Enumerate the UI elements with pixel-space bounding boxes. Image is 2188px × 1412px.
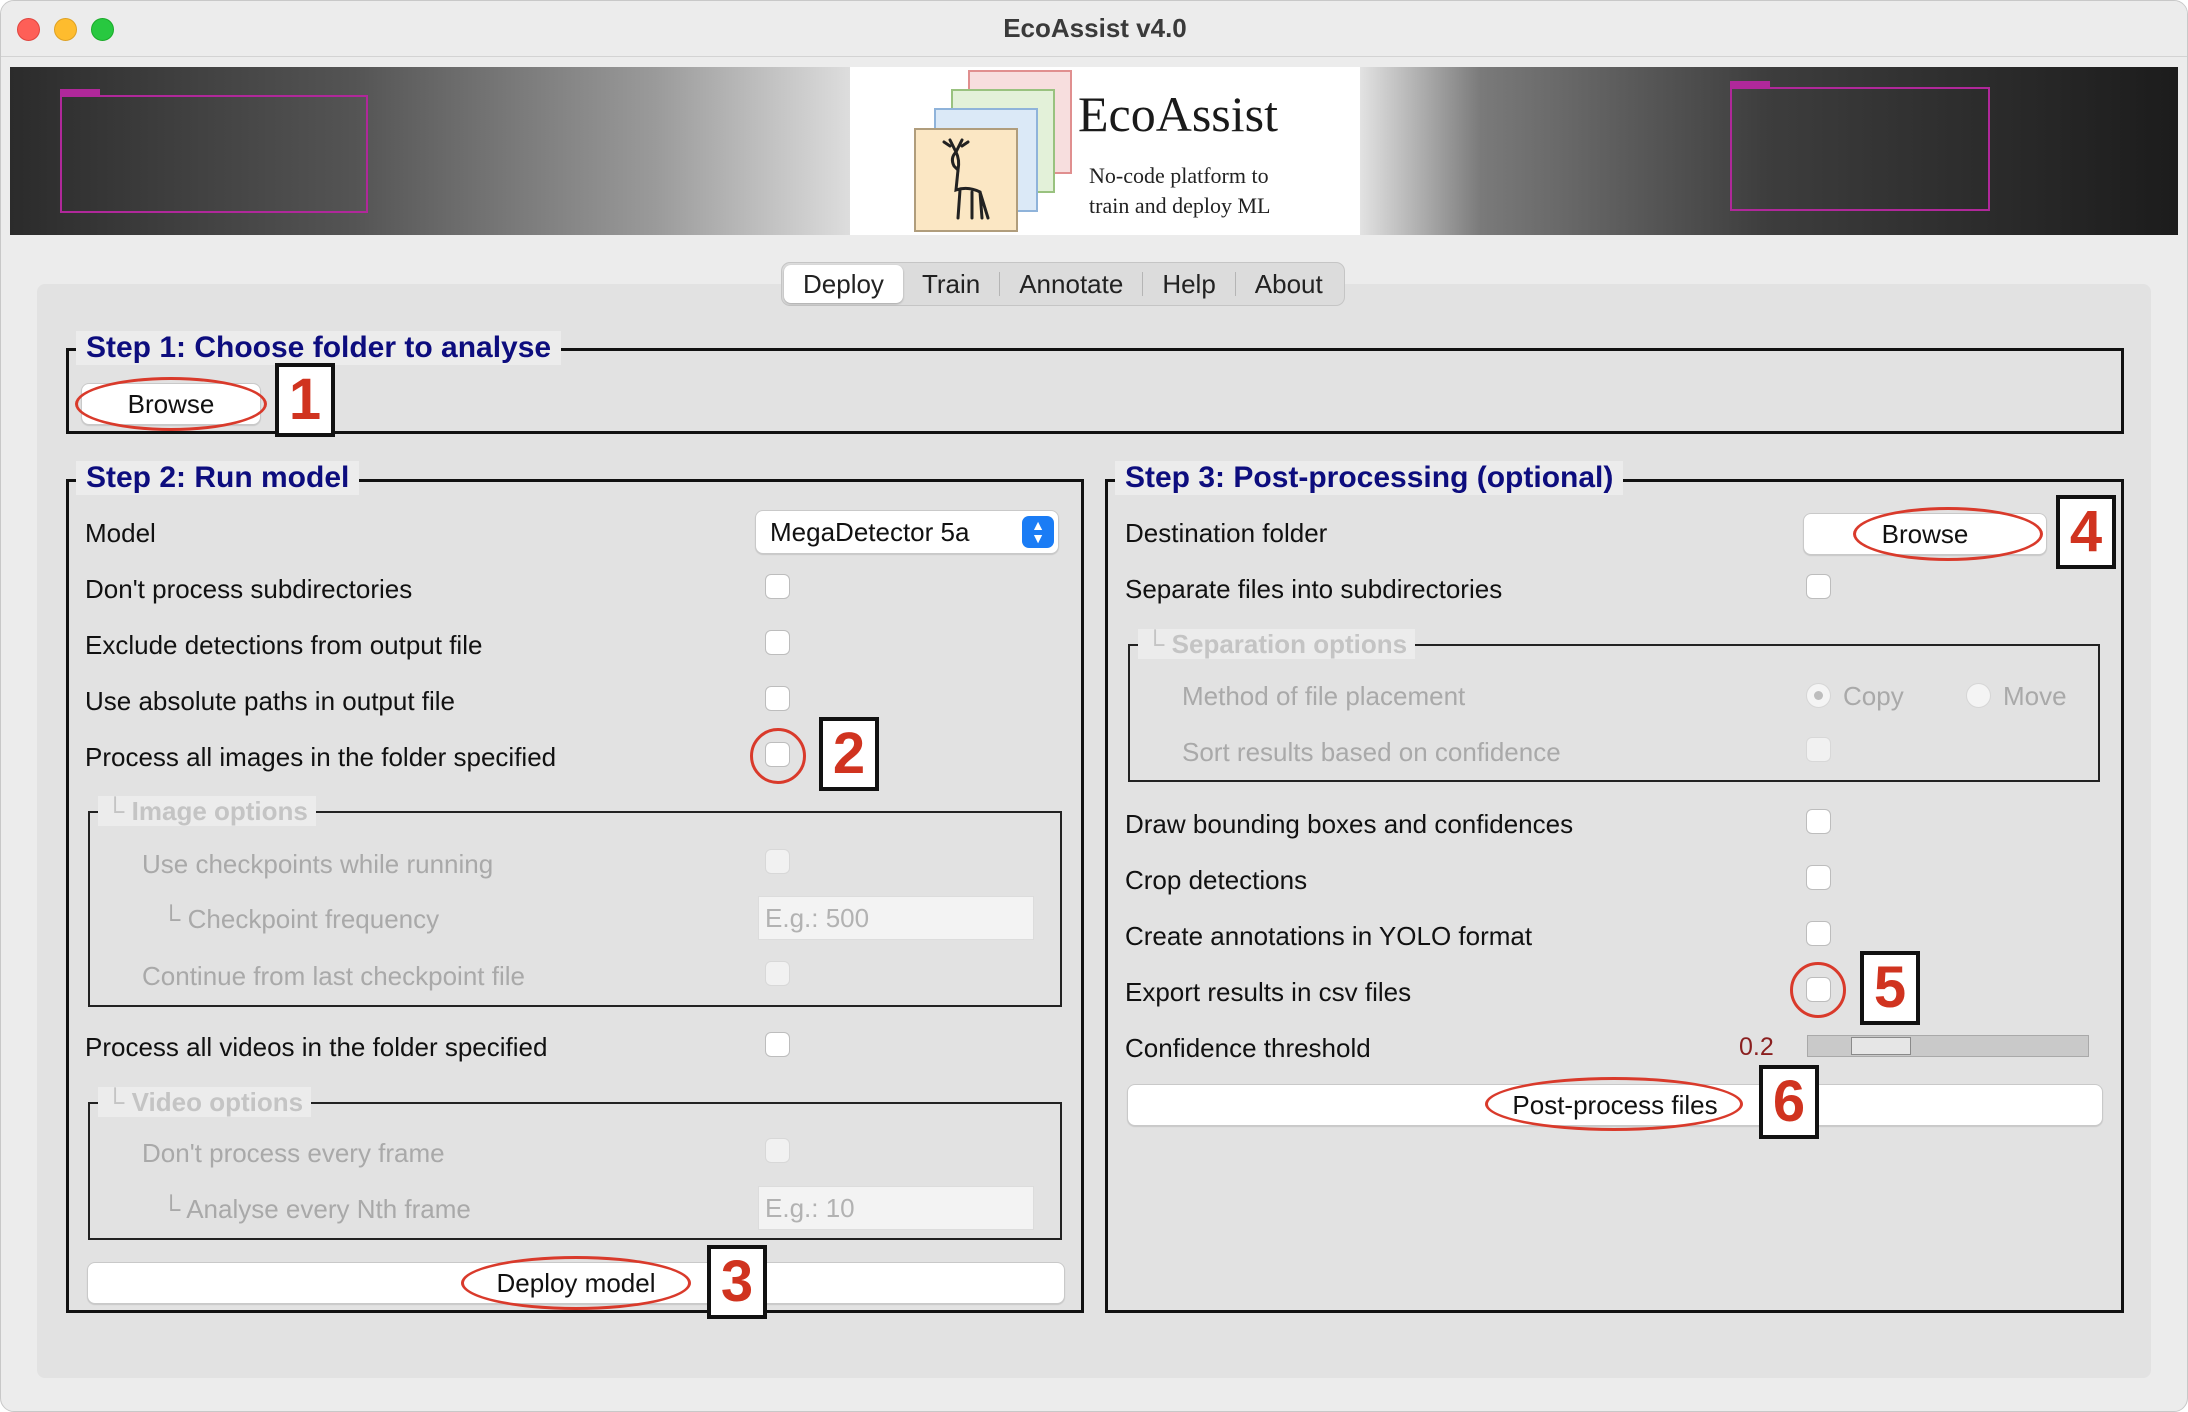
every-frame-label: Don't process every frame bbox=[142, 1138, 445, 1168]
callout-oval-4 bbox=[1853, 507, 2043, 561]
continue-checkpoint-checkbox[interactable] bbox=[765, 961, 790, 986]
nth-frame-label: └ Analyse every Nth frame bbox=[162, 1194, 471, 1224]
separation-options-title: └ Separation options bbox=[1138, 629, 1416, 659]
checkpoint-frequency-input[interactable]: E.g.: 500 bbox=[758, 896, 1034, 940]
step1-title: Step 1: Choose folder to analyse bbox=[76, 331, 562, 365]
exclude-detections-checkbox[interactable] bbox=[765, 630, 790, 655]
no-subdirs-checkbox[interactable] bbox=[765, 574, 790, 599]
continue-checkpoint-label: Continue from last checkpoint file bbox=[142, 961, 525, 991]
separate-files-checkbox[interactable] bbox=[1806, 574, 1831, 599]
nth-frame-input[interactable]: E.g.: 10 bbox=[758, 1186, 1034, 1230]
logo-subtitle: No-code platform to train and deploy ML bbox=[1089, 163, 1271, 218]
destination-folder-label: Destination folder bbox=[1125, 518, 1328, 548]
no-subdirs-label: Don't process subdirectories bbox=[85, 574, 413, 604]
deer-icon bbox=[914, 128, 1018, 232]
method-placement-label: Method of file placement bbox=[1182, 681, 1466, 711]
tab-bar: Deploy Train Annotate Help About bbox=[781, 262, 1345, 306]
crop-detections-checkbox[interactable] bbox=[1806, 865, 1831, 890]
checkpoints-checkbox[interactable] bbox=[765, 849, 790, 874]
model-label: Model bbox=[85, 518, 156, 548]
every-frame-checkbox[interactable] bbox=[765, 1138, 790, 1163]
move-label: Move bbox=[2003, 681, 2067, 711]
model-select-value: MegaDetector 5a bbox=[770, 517, 970, 547]
callout-badge-1: 1 bbox=[275, 363, 335, 437]
sort-confidence-label: Sort results based on confidence bbox=[1182, 737, 1561, 767]
absolute-paths-checkbox[interactable] bbox=[765, 686, 790, 711]
draw-boxes-checkbox[interactable] bbox=[1806, 809, 1831, 834]
crop-detections-label: Crop detections bbox=[1125, 865, 1308, 895]
callout-badge-4: 4 bbox=[2056, 495, 2116, 569]
tab-help[interactable]: Help bbox=[1143, 265, 1234, 303]
callout-badge-2: 2 bbox=[819, 717, 879, 791]
model-select[interactable]: MegaDetector 5a ▲ ▼ bbox=[755, 510, 1059, 554]
checkpoint-frequency-label: └ Checkpoint frequency bbox=[162, 904, 440, 934]
step2-title: Step 2: Run model bbox=[76, 461, 360, 495]
copy-radio[interactable] bbox=[1806, 683, 1831, 708]
draw-boxes-label: Draw bounding boxes and confidences bbox=[1125, 809, 1574, 839]
slider-handle[interactable] bbox=[1851, 1037, 1911, 1055]
yolo-annotations-checkbox[interactable] bbox=[1806, 921, 1831, 946]
export-csv-label: Export results in csv files bbox=[1125, 977, 1412, 1007]
app-window: EcoAssist v4.0 EcoAssist No-code platfor… bbox=[0, 0, 2188, 1412]
absolute-paths-label: Use absolute paths in output file bbox=[85, 686, 456, 716]
move-radio[interactable] bbox=[1966, 683, 1991, 708]
window-title: EcoAssist v4.0 bbox=[1003, 13, 1187, 43]
detection-box-right bbox=[1730, 81, 1990, 211]
tab-annotate[interactable]: Annotate bbox=[1000, 265, 1142, 303]
step3-title: Step 3: Post-processing (optional) bbox=[1115, 461, 1624, 495]
process-videos-label: Process all videos in the folder specifi… bbox=[85, 1032, 548, 1062]
callout-badge-6: 6 bbox=[1759, 1065, 1819, 1139]
callout-oval-2 bbox=[750, 728, 806, 784]
tab-about[interactable]: About bbox=[1236, 265, 1342, 303]
confidence-threshold-value: 0.2 bbox=[1739, 1033, 1774, 1061]
tab-train[interactable]: Train bbox=[903, 265, 999, 303]
exclude-detections-label: Exclude detections from output file bbox=[85, 630, 483, 660]
process-images-label: Process all images in the folder specifi… bbox=[85, 742, 557, 772]
callout-oval-3 bbox=[461, 1256, 691, 1310]
callout-badge-3: 3 bbox=[707, 1245, 767, 1319]
callout-oval-1 bbox=[75, 377, 267, 431]
title-bar: EcoAssist v4.0 bbox=[1, 1, 2187, 57]
image-options-title: └ Image options bbox=[98, 796, 316, 826]
sort-confidence-checkbox[interactable] bbox=[1806, 737, 1831, 762]
callout-badge-5: 5 bbox=[1860, 951, 1920, 1025]
process-videos-checkbox[interactable] bbox=[765, 1032, 790, 1057]
yolo-annotations-label: Create annotations in YOLO format bbox=[1125, 921, 1533, 951]
confidence-threshold-slider[interactable] bbox=[1807, 1035, 2089, 1057]
callout-oval-6 bbox=[1485, 1077, 1743, 1131]
tab-deploy[interactable]: Deploy bbox=[784, 265, 903, 303]
copy-label: Copy bbox=[1843, 681, 1904, 711]
confidence-threshold-label: Confidence threshold bbox=[1125, 1033, 1371, 1063]
callout-oval-5 bbox=[1790, 962, 1846, 1018]
video-options-title: └ Video options bbox=[98, 1087, 312, 1117]
detection-box-left bbox=[60, 89, 368, 213]
chevron-up-down-icon: ▲ ▼ bbox=[1022, 516, 1054, 548]
separate-files-label: Separate files into subdirectories bbox=[1125, 574, 1503, 604]
logo-title: EcoAssist bbox=[1078, 86, 1278, 142]
checkpoints-label: Use checkpoints while running bbox=[142, 849, 494, 879]
